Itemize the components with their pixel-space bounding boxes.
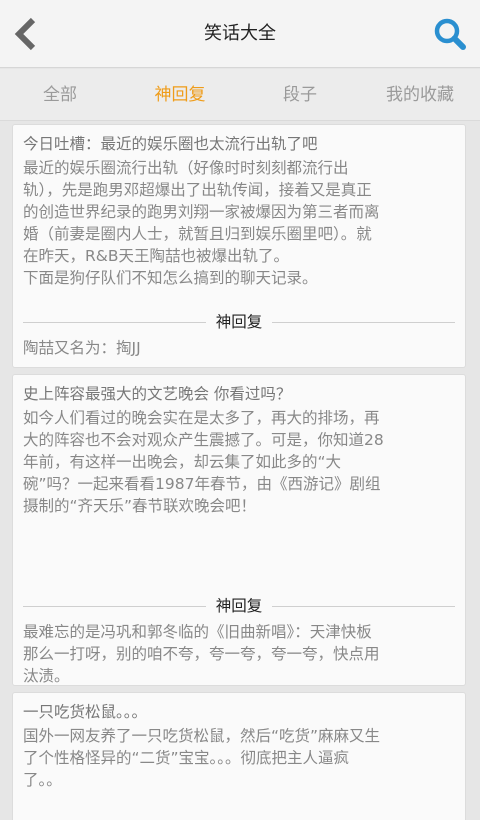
reply-divider: 神回复 [23,311,455,333]
post-title: 一只吃货松鼠。。。 [23,703,148,721]
post-body: 最近的娱乐圈流行出轨（好像时时刻刻都流行出 轨），先是跑男邓超爆出了出轨传闻，接… [23,157,455,289]
post-body: 国外一网友养了一只吃货松鼠，然后“吃货”麻麻又生 了个性格怪异的“二货”宝宝。。… [23,725,455,791]
post-body-line: 了个性格怪异的“二货”宝宝。。。彻底把主人逼疯 [23,749,350,767]
tab-god-replies[interactable]: 神回复 [120,69,240,120]
reply-line: 汰渍。 [23,667,70,685]
post-body-line: 年前，有这样一出晚会，却云集了如此多的“大 [23,453,342,471]
post-body-line: 婚（前妻是圈内人士，就暂且归到娱乐圈里吧）。就 [23,225,372,243]
post-body-line: 的创造世界纪录的跑男刘翔一家被爆因为第三者而离 [23,203,380,221]
post-body-line: 国外一网友养了一只吃货松鼠，然后“吃货”麻麻又生 [23,727,381,745]
post-feed[interactable]: 今日吐槽：最近的娱乐圈也太流行出轨了吧 最近的娱乐圈流行出轨（好像时时刻刻都流行… [0,122,480,820]
reply-divider-label: 神回复 [205,597,273,615]
post-title: 今日吐槽：最近的娱乐圈也太流行出轨了吧 [23,135,318,153]
post-body-line: 轨），先是跑男邓超爆出了出轨传闻，接着又是真正 [23,181,372,199]
app-header: 笑话大全 [0,0,480,68]
top-reply: 最难忘的是冯巩和郭冬临的《旧曲新唱》：天津快板 那么一打呀，别的咱不夸，夸一夸，… [23,621,455,687]
tab-all[interactable]: 全部 [0,69,120,120]
post-body-line: 下面是狗仔队们不知怎么搞到的聊天记录。 [23,269,318,287]
tab-favorites[interactable]: 我的收藏 [360,69,480,120]
category-tabs: 全部 神回复 段子 我的收藏 [0,69,480,121]
post-title: 史上阵容最强大的文艺晚会 你看过吗？ [23,385,292,403]
reply-line: 最难忘的是冯巩和郭冬临的《旧曲新唱》：天津快板 [23,623,372,641]
search-button[interactable] [428,12,472,56]
post-body-line: 大的阵容也不会对观众产生震撼了。可是，你知道28 [23,431,384,449]
post-body-line: 碗”吗？一起来看看1987年春节，由《西游记》剧组 [23,475,381,493]
top-reply: 陶喆又名为：掏JJ [23,337,455,359]
post-body: 如今人们看过的晚会实在是太多了，再大的排场，再 大的阵容也不会对观众产生震撼了。… [23,407,455,517]
post-body-line: 最近的娱乐圈流行出轨（好像时时刻刻都流行出 [23,159,349,177]
reply-line: 陶喆又名为：掏JJ [23,339,141,357]
post-body-line: 在昨天，R&B天王陶喆也被爆出轨了。 [23,247,289,265]
reply-divider: 神回复 [23,595,455,617]
search-icon [434,18,466,50]
page-title: 笑话大全 [204,23,276,44]
post-card[interactable]: 今日吐槽：最近的娱乐圈也太流行出轨了吧 最近的娱乐圈流行出轨（好像时时刻刻都流行… [12,124,466,368]
post-card[interactable]: 一只吃货松鼠。。。 国外一网友养了一只吃货松鼠，然后“吃货”麻麻又生 了个性格怪… [12,692,466,820]
reply-divider-label: 神回复 [205,313,273,331]
post-body-line: 如今人们看过的晚会实在是太多了，再大的排场，再 [23,409,380,427]
post-card[interactable]: 史上阵容最强大的文艺晚会 你看过吗？ 如今人们看过的晚会实在是太多了，再大的排场… [12,374,466,686]
post-body-line: 了。。 [23,771,62,789]
tab-jokes[interactable]: 段子 [240,69,360,120]
post-body-line: 摄制的“齐天乐”春节联欢晚会吧！ [23,497,257,515]
reply-line: 那么一打呀，别的咱不夸，夸一夸，夸一夸，快点用 [23,645,380,663]
